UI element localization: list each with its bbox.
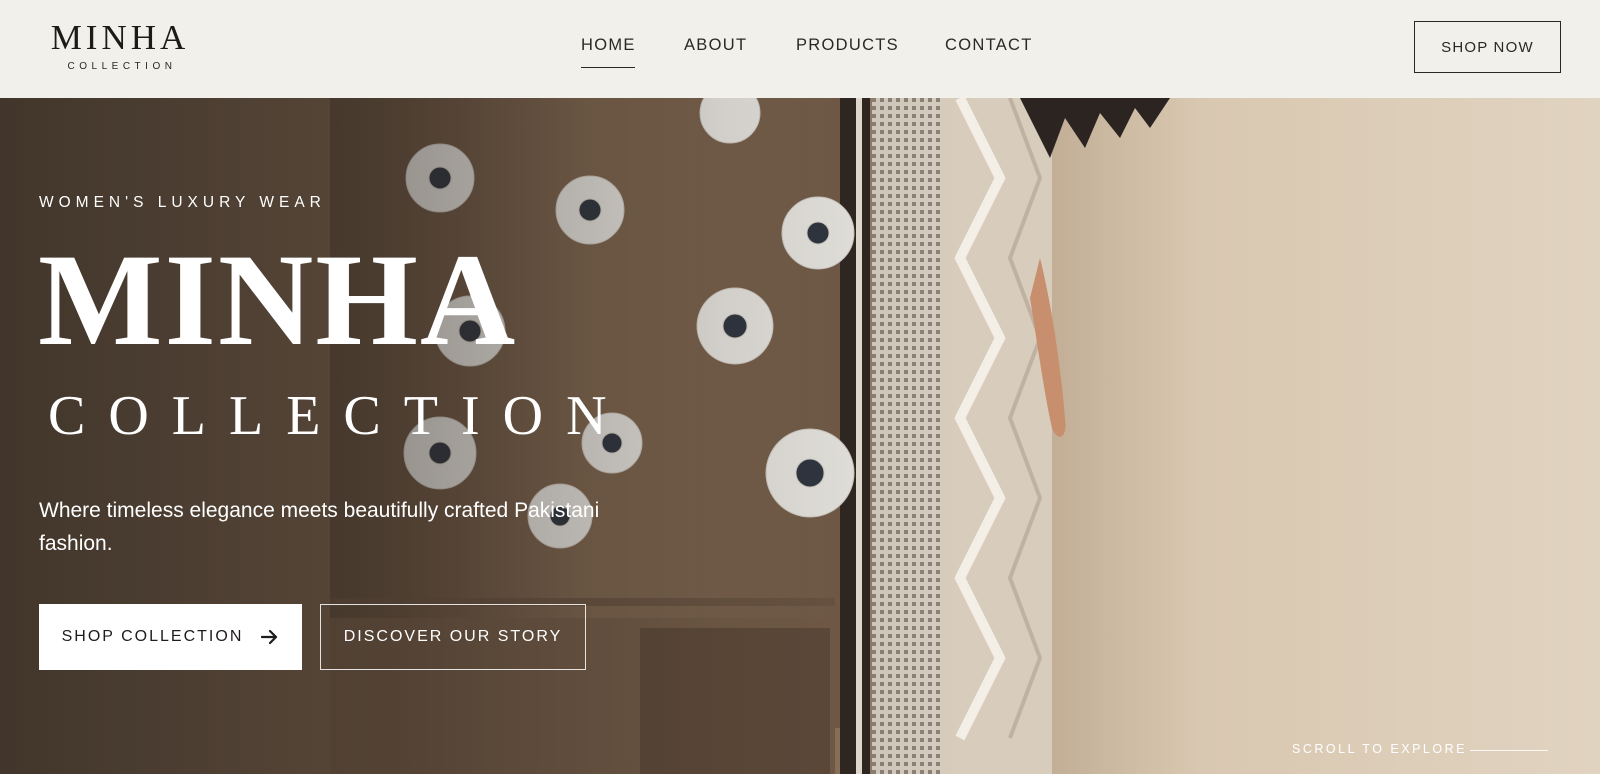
arrow-right-icon [261, 629, 279, 645]
nav-item-about[interactable]: ABOUT [684, 36, 747, 55]
main-nav: HOME ABOUT PRODUCTS CONTACT [0, 36, 1600, 76]
hero-section: WOMEN'S LUXURY WEAR MINHA COLLECTION Whe… [0, 98, 1600, 774]
nav-item-home[interactable]: HOME [581, 36, 636, 55]
hero-title: MINHA [38, 226, 518, 373]
hero-subtitle: COLLECTION [48, 385, 630, 447]
shop-collection-button[interactable]: SHOP COLLECTION [39, 604, 302, 670]
site-header: MINHA COLLECTION HOME ABOUT PRODUCTS CON… [0, 0, 1600, 98]
nav-item-contact[interactable]: CONTACT [945, 36, 1033, 55]
shop-collection-label: SHOP COLLECTION [61, 628, 244, 645]
hero-eyebrow: WOMEN'S LUXURY WEAR [39, 194, 326, 211]
scroll-line [1470, 750, 1548, 751]
nav-item-products[interactable]: PRODUCTS [796, 36, 899, 55]
shop-now-button[interactable]: SHOP NOW [1414, 21, 1561, 73]
scroll-hint[interactable]: SCROLL TO EXPLORE [1292, 742, 1467, 756]
hero-tagline: Where timeless elegance meets beautifull… [39, 499, 600, 555]
discover-story-button[interactable]: DISCOVER OUR STORY [320, 604, 586, 670]
nav-active-indicator [581, 67, 635, 68]
